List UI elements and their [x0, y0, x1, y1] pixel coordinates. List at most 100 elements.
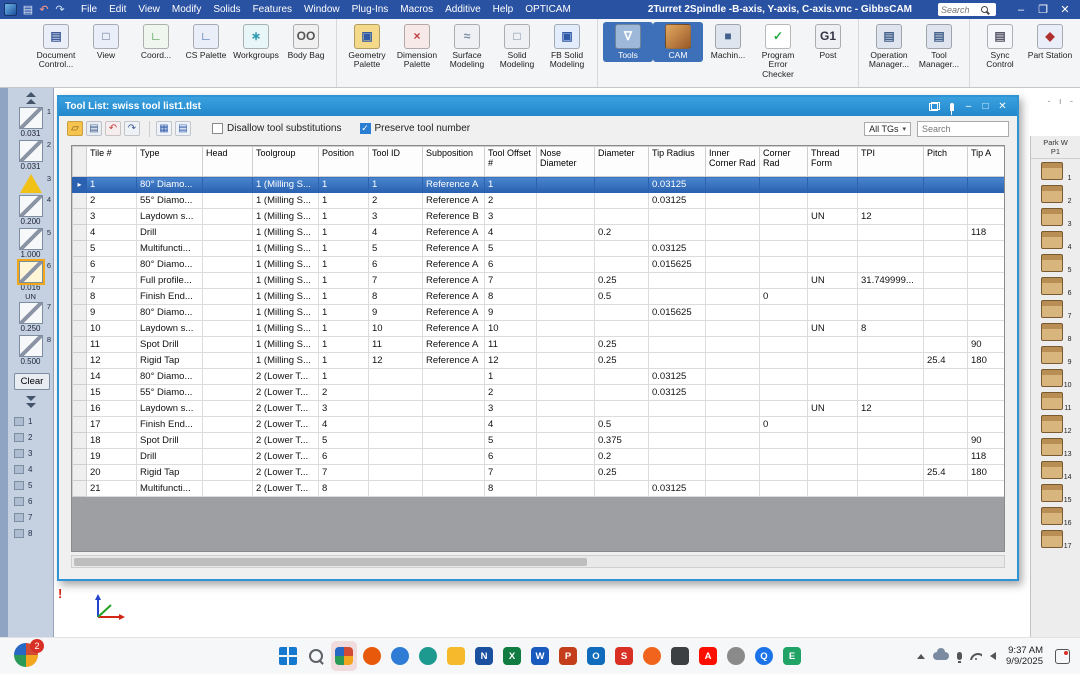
taskbar-clock[interactable]: 9:37 AM 9/9/2025 — [1006, 645, 1043, 667]
column-header-subposition[interactable]: Subposition — [423, 147, 485, 177]
menu-help[interactable]: Help — [487, 0, 520, 19]
row-selector[interactable] — [73, 401, 87, 417]
row-selector[interactable] — [73, 369, 87, 385]
column-header-tip-radius[interactable]: Tip Radius — [649, 147, 706, 177]
taskbar-folder-icon[interactable] — [443, 641, 469, 671]
station-slot-11[interactable]: 11 — [1041, 392, 1071, 412]
palette-row-7[interactable]: 7 — [14, 513, 49, 522]
table-row[interactable]: 16Laydown s...2 (Lower T...33UN12 — [73, 401, 1006, 417]
onedrive-cloud-icon[interactable] — [933, 652, 949, 660]
table-row[interactable]: 12Rigid Tap1 (Milling S...112Reference A… — [73, 353, 1006, 369]
table-row[interactable]: 11Spot Drill1 (Milling S...111Reference … — [73, 337, 1006, 353]
dialog-title-bar[interactable]: Tool List: swiss tool list1.tlst – □ ✕ — [59, 97, 1017, 116]
chevron-down-icon[interactable] — [0, 392, 53, 410]
menu-features[interactable]: Features — [247, 0, 298, 19]
taskbar-search-icon[interactable] — [303, 641, 329, 671]
taskbar-app-green-e-icon[interactable]: E — [779, 641, 805, 671]
station-slot-12[interactable]: 12 — [1041, 415, 1071, 435]
table-row[interactable]: 255° Diamo...1 (Milling S...12Reference … — [73, 193, 1006, 209]
menu-edit[interactable]: Edit — [103, 0, 132, 19]
ribbon-button-post[interactable]: G1Post — [803, 22, 853, 62]
taskbar-onenote-icon[interactable]: N — [471, 641, 497, 671]
table-row[interactable]: 3Laydown s...1 (Milling S...13Reference … — [73, 209, 1006, 225]
menu-view[interactable]: View — [132, 0, 166, 19]
station-slot-4[interactable]: 4 — [1041, 231, 1071, 251]
taskbar-outlook-icon[interactable]: O — [583, 641, 609, 671]
taskbar-app-red-s-icon[interactable]: S — [611, 641, 637, 671]
ribbon-button-solid-modeling[interactable]: □Solid Modeling — [492, 22, 542, 72]
row-selector[interactable] — [73, 273, 87, 289]
column-header-corner-rad[interactable]: Corner Rad — [760, 147, 808, 177]
column-header-diameter[interactable]: Diameter — [595, 147, 649, 177]
taskbar-word-icon[interactable]: W — [527, 641, 553, 671]
table-row[interactable]: 8Finish End...1 (Milling S...18Reference… — [73, 289, 1006, 305]
row-selector[interactable] — [73, 433, 87, 449]
taskbar-app-orange-icon[interactable] — [359, 641, 385, 671]
chevron-up-icon[interactable] — [0, 88, 53, 106]
menu-window[interactable]: Window — [298, 0, 346, 19]
column-header-inner-corner-rad[interactable]: Inner Corner Rad — [706, 147, 760, 177]
table-row[interactable]: 20Rigid Tap2 (Lower T...770.2525.4180 — [73, 465, 1006, 481]
table-row[interactable]: 7Full profile...1 (Milling S...17Referen… — [73, 273, 1006, 289]
column-header-tool-offset[interactable]: Tool Offset # — [485, 147, 537, 177]
taskbar-app-badge[interactable]: 2 — [14, 643, 38, 667]
palette-row-6[interactable]: 6 — [14, 497, 49, 506]
palette-row-4[interactable]: 4 — [14, 465, 49, 474]
clear-button[interactable]: Clear — [14, 373, 50, 390]
table-row[interactable]: 1480° Diamo...2 (Lower T...110.03125 — [73, 369, 1006, 385]
station-slot-16[interactable]: 16 — [1041, 507, 1071, 527]
column-header-position[interactable]: Position — [319, 147, 369, 177]
open-folder-icon[interactable]: ▱ — [67, 121, 83, 136]
pin-icon[interactable] — [943, 99, 960, 114]
row-selector[interactable] — [73, 449, 87, 465]
volume-icon[interactable] — [990, 652, 996, 660]
column-header-tip-a[interactable]: Tip A — [968, 147, 1006, 177]
menu-macros[interactable]: Macros — [394, 0, 439, 19]
table-row[interactable]: 4Drill1 (Milling S...14Reference A40.211… — [73, 225, 1006, 241]
station-slot-6[interactable]: 6 — [1041, 277, 1071, 297]
tool-slot-6[interactable]: 60.016UN — [12, 261, 49, 301]
column-header-tile[interactable]: Tile # — [87, 147, 137, 177]
station-slot-13[interactable]: 13 — [1041, 438, 1071, 458]
row-selector[interactable] — [73, 353, 87, 369]
ribbon-button-tools[interactable]: ∇Tools — [603, 22, 653, 62]
station-slot-10[interactable]: 10 — [1041, 369, 1071, 389]
row-selector[interactable] — [73, 417, 87, 433]
palette-row-3[interactable]: 3 — [14, 449, 49, 458]
station-slot-7[interactable]: 7 — [1041, 300, 1071, 320]
palette-row-2[interactable]: 2 — [14, 433, 49, 442]
save-icon[interactable]: ▤ — [86, 121, 102, 136]
horizontal-scrollbar[interactable] — [71, 555, 1005, 568]
window-close-button[interactable]: ✕ — [1054, 0, 1076, 19]
row-selector[interactable] — [73, 289, 87, 305]
station-slot-3[interactable]: 3 — [1041, 208, 1071, 228]
search-input[interactable] — [941, 5, 981, 15]
palette-row-8[interactable]: 8 — [14, 529, 49, 538]
window-maximize-button[interactable]: ❐ — [1032, 0, 1054, 19]
tool-slot-8[interactable]: 80.500 — [12, 335, 49, 367]
ribbon-button-part-station[interactable]: ◆Part Station — [1025, 22, 1075, 62]
table-row[interactable]: 19Drill2 (Lower T...660.2118 — [73, 449, 1006, 465]
row-selector[interactable] — [73, 321, 87, 337]
row-selector[interactable] — [73, 225, 87, 241]
station-slot-5[interactable]: 5 — [1041, 254, 1071, 274]
row-selector[interactable] — [73, 337, 87, 353]
mic-icon[interactable] — [957, 652, 962, 660]
table-row[interactable]: 17Finish End...2 (Lower T...440.50 — [73, 417, 1006, 433]
checkbox-disallow-tool-substitutions[interactable]: Disallow tool substitutions — [212, 123, 342, 134]
taskbar-powerpoint-icon[interactable]: P — [555, 641, 581, 671]
station-slot-8[interactable]: 8 — [1041, 323, 1071, 343]
station-slot-2[interactable]: 2 — [1041, 185, 1071, 205]
tool-slot-7[interactable]: 70.250 — [12, 302, 49, 334]
tool-slot-4[interactable]: 40.200 — [12, 195, 49, 227]
dialog-close-button[interactable]: ✕ — [994, 99, 1011, 114]
ribbon-button-view[interactable]: □View — [81, 22, 131, 62]
ribbon-button-program-error-checker[interactable]: ✓Program Error Checker — [753, 22, 803, 81]
station-slot-1[interactable]: 1 — [1041, 162, 1071, 182]
save-icon[interactable]: ▤ — [21, 2, 35, 17]
ribbon-button-tool-manager[interactable]: ▤Tool Manager... — [914, 22, 964, 72]
tool-slot-3[interactable]: 3 — [12, 174, 49, 193]
tool-slot-2[interactable]: 20.031 — [12, 140, 49, 172]
ribbon-button-cs-palette[interactable]: ∟CS Palette — [181, 22, 231, 62]
palette-row-5[interactable]: 5 — [14, 481, 49, 490]
